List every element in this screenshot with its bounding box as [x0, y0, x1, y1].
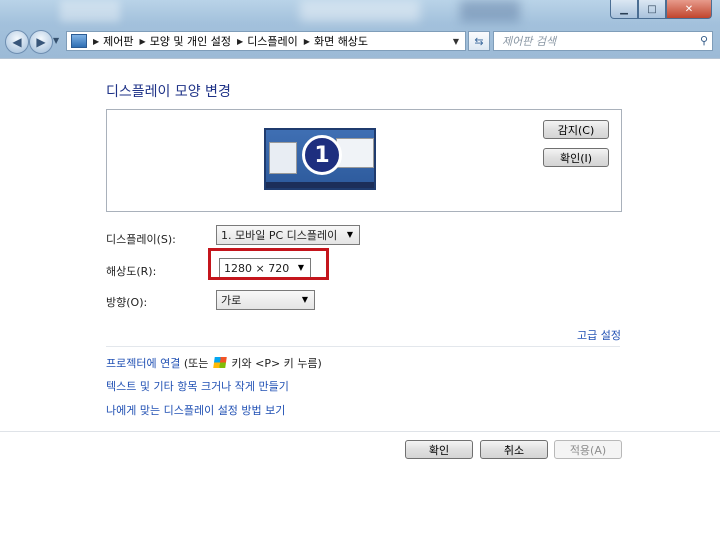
display-settings-help-link[interactable]: 나에게 맞는 디스플레이 설정 방법 보기: [106, 402, 285, 418]
chevron-right-icon[interactable]: ▶: [93, 37, 99, 46]
display-preview-panel: 1 감지(C) 확인(I): [106, 109, 622, 212]
chevron-right-icon[interactable]: ▶: [304, 37, 310, 46]
apply-button[interactable]: 적용(A): [554, 440, 622, 459]
forward-arrow-icon[interactable]: ▶: [29, 30, 53, 54]
projector-row: 프로젝터에 연결 (또는 키와 <P> 키 누름): [106, 355, 322, 371]
detect-button[interactable]: 감지(C): [543, 120, 609, 139]
search-icon[interactable]: ⚲: [700, 34, 708, 47]
control-panel-icon: [71, 34, 87, 48]
chevron-right-icon[interactable]: ▶: [237, 37, 243, 46]
address-dropdown-icon[interactable]: ▼: [453, 37, 459, 46]
main-content: 디스플레이 모양 변경 1 감지(C) 확인(I) 디스플레이(S): 1. 모…: [0, 58, 720, 538]
orientation-select[interactable]: 가로 ▼: [216, 290, 315, 310]
cancel-button[interactable]: 취소: [480, 440, 548, 459]
highlight-box: [208, 248, 329, 280]
breadcrumb: ▶ 제어판 ▶ 모양 및 개인 설정 ▶ 디스플레이 ▶ 화면 해상도: [87, 33, 368, 49]
navigation-bar: ◀ ▶ ▼ ▶ 제어판 ▶ 모양 및 개인 설정 ▶ 디스플레이 ▶ 화면 해상…: [0, 26, 720, 56]
background-blur: [300, 0, 420, 22]
breadcrumb-appearance[interactable]: 모양 및 개인 설정: [150, 33, 231, 49]
chevron-right-icon[interactable]: ▶: [140, 37, 146, 46]
taskbar-thumbnail: [266, 182, 374, 188]
window-thumbnail: [269, 142, 297, 174]
display-label: 디스플레이(S):: [106, 233, 176, 246]
breadcrumb-control-panel[interactable]: 제어판: [103, 33, 133, 49]
ok-button[interactable]: 확인: [405, 440, 473, 459]
advanced-settings-link[interactable]: 고급 설정: [577, 327, 621, 343]
background-blur: [60, 0, 120, 22]
window-controls: ▁ □ ✕: [610, 0, 712, 19]
projector-hint-keys: 키와 <P> 키 누름): [231, 357, 322, 370]
page-title: 디스플레이 모양 변경: [106, 84, 231, 100]
maximize-icon[interactable]: □: [638, 0, 666, 19]
display-select[interactable]: 1. 모바일 PC 디스플레이 ▼: [216, 225, 360, 245]
recent-pages-dropdown-icon[interactable]: ▼: [53, 36, 59, 45]
projector-hint: (또는: [180, 357, 209, 370]
display-select-value: 1. 모바일 PC 디스플레이: [221, 229, 338, 242]
monitor-icon[interactable]: 1: [264, 128, 376, 190]
search-box: ⚲: [493, 31, 713, 51]
chevron-down-icon: ▼: [301, 295, 308, 304]
background-blur: [460, 0, 520, 22]
refresh-icon[interactable]: ⇆: [468, 31, 490, 51]
address-bar[interactable]: ▶ 제어판 ▶ 모양 및 개인 설정 ▶ 디스플레이 ▶ 화면 해상도 ▼: [66, 31, 466, 51]
orientation-label: 방향(O):: [106, 296, 148, 309]
back-arrow-icon[interactable]: ◀: [5, 30, 29, 54]
monitor-number: 1: [302, 135, 342, 175]
close-icon[interactable]: ✕: [666, 0, 712, 19]
search-input[interactable]: [500, 34, 694, 49]
chevron-down-icon: ▼: [346, 230, 353, 239]
identify-button[interactable]: 확인(I): [543, 148, 609, 167]
text-size-link[interactable]: 텍스트 및 기타 항목 크거나 작게 만들기: [106, 378, 289, 394]
windows-logo-icon: [213, 357, 227, 368]
breadcrumb-screen-resolution[interactable]: 화면 해상도: [314, 33, 368, 49]
projector-link[interactable]: 프로젝터에 연결: [106, 357, 180, 370]
orientation-select-value: 가로: [221, 294, 242, 307]
divider: [106, 346, 620, 347]
resolution-label: 해상도(R):: [106, 265, 157, 278]
divider: [0, 431, 720, 432]
breadcrumb-display[interactable]: 디스플레이: [247, 33, 298, 49]
minimize-icon[interactable]: ▁: [610, 0, 638, 19]
